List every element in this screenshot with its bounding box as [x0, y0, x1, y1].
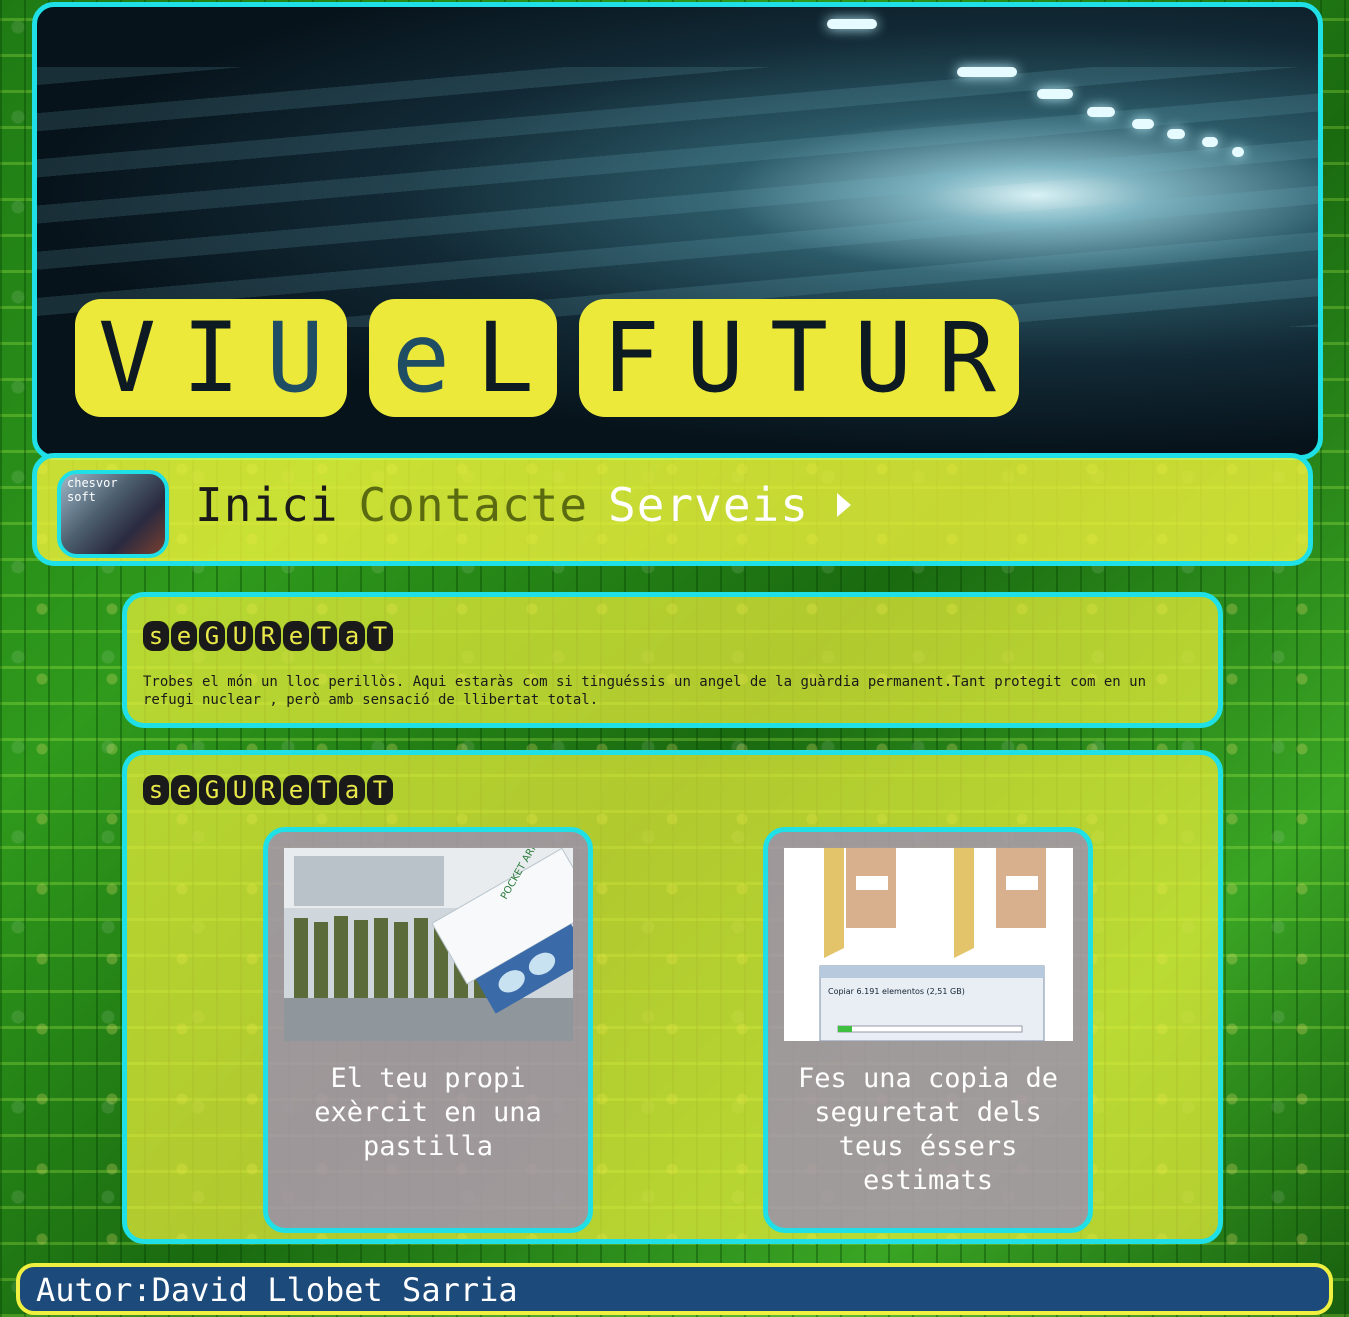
title-letter: a — [339, 621, 365, 651]
footer-author: Autor:David Llobet Sarria — [36, 1271, 518, 1309]
nav-link-serveis[interactable]: Serveis — [608, 478, 809, 532]
service-card-army[interactable]: POCKET ARMY El teu propi exèrcit en una … — [263, 827, 593, 1233]
title-letter: T — [311, 775, 337, 805]
nav-link-contacte[interactable]: Contacte — [358, 478, 588, 532]
service-card-backup[interactable]: Copiar 6.191 elementos (2,51 GB) Fes una… — [763, 827, 1093, 1233]
logo[interactable]: chesvor soft — [57, 470, 169, 558]
title-letter: U — [227, 775, 253, 805]
section-seguretat-services: s e G U R e T a T POCKET ARMY El teu pro… — [122, 750, 1223, 1244]
title-letter: G — [199, 621, 225, 651]
title-letter: e — [283, 621, 309, 651]
title-letter: T — [311, 621, 337, 651]
section-seguretat-intro: s e G U R e T a T Trobes el món un lloc … — [122, 592, 1223, 728]
title-letter: e — [171, 621, 197, 651]
title-letter: I — [182, 302, 240, 414]
title-letter: F — [602, 302, 660, 414]
title-letter: T — [367, 775, 393, 805]
title-letter: R — [255, 621, 281, 651]
section-title: s e G U R e T a T — [143, 621, 393, 651]
title-word-viu: V I U — [75, 299, 347, 417]
chevron-right-icon[interactable] — [836, 493, 851, 517]
title-letter: e — [392, 302, 450, 414]
title-letter: s — [143, 621, 169, 651]
image-label: Copiar 6.191 elementos (2,51 GB) — [828, 987, 965, 996]
header-banner: V I U e L F U T U R — [32, 2, 1323, 460]
title-letter: a — [339, 775, 365, 805]
section-description: Trobes el món un lloc perillòs. Aqui est… — [143, 674, 1147, 708]
title-word-el: e L — [369, 299, 557, 417]
title-letter: R — [255, 775, 281, 805]
title-word-futur: F U T U R — [579, 299, 1019, 417]
army-pill-image: POCKET ARMY — [284, 848, 573, 1041]
nav-link-inici[interactable]: Inici — [195, 478, 338, 532]
backup-copy-image: Copiar 6.191 elementos (2,51 GB) — [784, 848, 1073, 1041]
title-letter: V — [98, 302, 156, 414]
nav-links: Inici Contacte Serveis — [195, 478, 851, 532]
title-letter: L — [476, 302, 534, 414]
title-letter: e — [171, 775, 197, 805]
section-title: s e G U R e T a T — [143, 775, 393, 805]
title-letter: U — [227, 621, 253, 651]
service-caption: Fes una copia de seguretat dels teus éss… — [797, 1063, 1059, 1196]
logo-text: chesvor soft — [67, 476, 118, 504]
title-letter: T — [367, 621, 393, 651]
title-letter: U — [266, 302, 324, 414]
title-letter: R — [938, 302, 996, 414]
title-letter: e — [283, 775, 309, 805]
title-letter: T — [770, 302, 828, 414]
service-caption: El teu propi exèrcit en una pastilla — [314, 1063, 542, 1162]
nav-bar: chesvor soft Inici Contacte Serveis — [32, 453, 1313, 566]
footer: Autor:David Llobet Sarria — [16, 1263, 1333, 1315]
title-letter: U — [686, 302, 744, 414]
title-letter: G — [199, 775, 225, 805]
title-letter: s — [143, 775, 169, 805]
banner-title: V I U e L F U T U R — [75, 299, 1041, 417]
title-letter: U — [854, 302, 912, 414]
